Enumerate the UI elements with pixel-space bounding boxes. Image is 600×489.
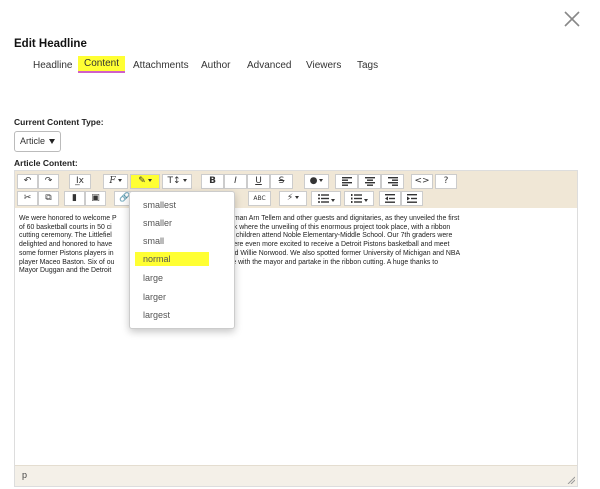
special-insert-button[interactable]: ⚡ <box>279 191 307 206</box>
help-icon: ? <box>443 176 449 186</box>
chevron-down-icon <box>363 199 368 202</box>
paste-word-icon: ▣ <box>91 193 100 203</box>
article-content-label: Article Content: <box>14 158 78 168</box>
numbered-list-icon <box>350 194 362 203</box>
copy-button[interactable]: ⧉ <box>38 191 59 206</box>
highlighter-icon: ✎ <box>138 176 146 186</box>
font-size-option-smallest[interactable]: smallest <box>143 200 176 210</box>
font-size-option-largest[interactable]: largest <box>143 310 170 320</box>
copy-icon: ⧉ <box>45 193 52 203</box>
tab-attachments[interactable]: Attachments <box>133 58 189 73</box>
font-size-option-normal[interactable]: normal <box>135 252 209 266</box>
italic-icon: I <box>234 176 237 186</box>
outdent-icon <box>385 194 395 203</box>
font-size-option-smaller[interactable]: smaller <box>143 218 172 228</box>
tab-content[interactable]: Content <box>78 56 126 73</box>
indent-icon <box>407 194 417 203</box>
tab-headline[interactable]: Headline <box>33 58 72 73</box>
chevron-down-icon <box>319 179 324 182</box>
bold-button[interactable]: B <box>201 174 224 189</box>
paste-from-word-button[interactable]: ▣ <box>85 191 106 206</box>
close-icon[interactable] <box>561 8 583 30</box>
strikethrough-icon: S <box>278 176 285 186</box>
font-size-menu: smallest smaller small normal large larg… <box>129 191 235 329</box>
text-color-button[interactable]: ✎ <box>130 174 160 189</box>
font-family-button[interactable]: F <box>103 174 128 189</box>
clear-format-icon: I̲x <box>76 176 84 186</box>
edit-headline-dialog: Edit Headline Headline Content Attachmen… <box>0 0 600 489</box>
dialog-title: Edit Headline <box>14 38 87 50</box>
redo-button[interactable]: ↷ <box>38 174 59 189</box>
chevron-down-icon <box>49 139 55 144</box>
chevron-down-icon <box>147 179 152 182</box>
lightning-icon: ⚡ <box>286 193 294 203</box>
underline-icon: U <box>255 176 262 186</box>
italic-button[interactable]: I <box>224 174 247 189</box>
tab-viewers[interactable]: Viewers <box>306 58 341 73</box>
source-code-button[interactable]: <> <box>411 174 433 189</box>
article-line: delighted and honored to have he festivi… <box>19 241 450 249</box>
help-button[interactable]: ? <box>435 174 457 189</box>
redo-icon: ↷ <box>44 176 53 186</box>
editor-toolbar: ↶ ↷ I̲x F ✎ T↕ B I U S ● <> ? ✂ ⧉ ▮ ▣ 🔗 … <box>15 171 577 208</box>
bullet-list-button[interactable] <box>311 191 341 206</box>
align-left-icon <box>341 177 352 186</box>
text-size-icon: T↕ <box>167 176 181 186</box>
content-type-value: Article <box>20 136 46 146</box>
article-body[interactable]: We were honored to welcome P t Pistons V… <box>19 215 573 276</box>
chevron-down-icon <box>330 199 335 202</box>
align-right-icon <box>387 177 398 186</box>
clear-format-button[interactable]: I̲x <box>69 174 91 189</box>
paste-icon: ▮ <box>72 193 77 203</box>
chevron-down-icon <box>295 196 300 199</box>
font-size-button[interactable]: T↕ <box>162 174 192 189</box>
tab-tags[interactable]: Tags <box>357 58 378 73</box>
element-path[interactable]: p <box>22 470 27 480</box>
article-line: cutting ceremony. The Littlefiel here a … <box>19 232 453 240</box>
undo-icon: ↶ <box>23 176 32 186</box>
font-size-option-larger[interactable]: larger <box>143 292 166 302</box>
outdent-button[interactable] <box>379 191 401 206</box>
code-icon: <> <box>414 176 430 186</box>
tab-author[interactable]: Author <box>201 58 230 73</box>
content-type-select[interactable]: Article <box>14 131 61 152</box>
rich-text-editor: ↶ ↷ I̲x F ✎ T↕ B I U S ● <> ? ✂ ⧉ ▮ ▣ 🔗 … <box>14 170 578 487</box>
article-line: some former Pistons players in ton, Rick… <box>19 249 461 257</box>
tab-advanced[interactable]: Advanced <box>247 58 291 73</box>
spell-check-button[interactable]: ABC <box>248 191 271 206</box>
content-type-label: Current Content Type: <box>14 117 104 127</box>
scissors-icon: ✂ <box>23 193 32 203</box>
align-right-button[interactable] <box>381 174 404 189</box>
font-size-option-small[interactable]: small <box>143 236 164 246</box>
spell-check-icon: ABC <box>253 195 266 202</box>
bold-icon: B <box>209 176 216 186</box>
align-left-button[interactable] <box>335 174 358 189</box>
article-line: We were honored to welcome P t Pistons V… <box>19 215 460 222</box>
chevron-down-icon <box>182 179 187 182</box>
strikethrough-button[interactable]: S <box>270 174 293 189</box>
bullet-list-icon <box>317 194 329 203</box>
article-line: of 60 basketball courts in 50 ci Park wa… <box>19 223 451 231</box>
undo-button[interactable]: ↶ <box>17 174 38 189</box>
align-center-button[interactable] <box>358 174 381 189</box>
fill-color-button[interactable]: ● <box>304 174 329 189</box>
indent-button[interactable] <box>401 191 423 206</box>
cut-button[interactable]: ✂ <box>17 191 38 206</box>
numbered-list-button[interactable] <box>344 191 374 206</box>
resize-handle-icon[interactable] <box>567 476 575 484</box>
underline-button[interactable]: U <box>247 174 270 189</box>
paste-button[interactable]: ▮ <box>64 191 85 206</box>
font-size-option-large[interactable]: large <box>143 273 163 283</box>
article-line: Mayor Duggan and the Detroit <box>19 267 112 275</box>
font-icon: F <box>109 176 116 186</box>
align-center-icon <box>364 177 375 186</box>
drop-icon: ● <box>309 176 318 186</box>
article-line: player Maceo Baston. Six of ou ted to st… <box>19 258 439 266</box>
editor-status-bar: p <box>15 465 577 486</box>
chevron-down-icon <box>117 179 122 182</box>
